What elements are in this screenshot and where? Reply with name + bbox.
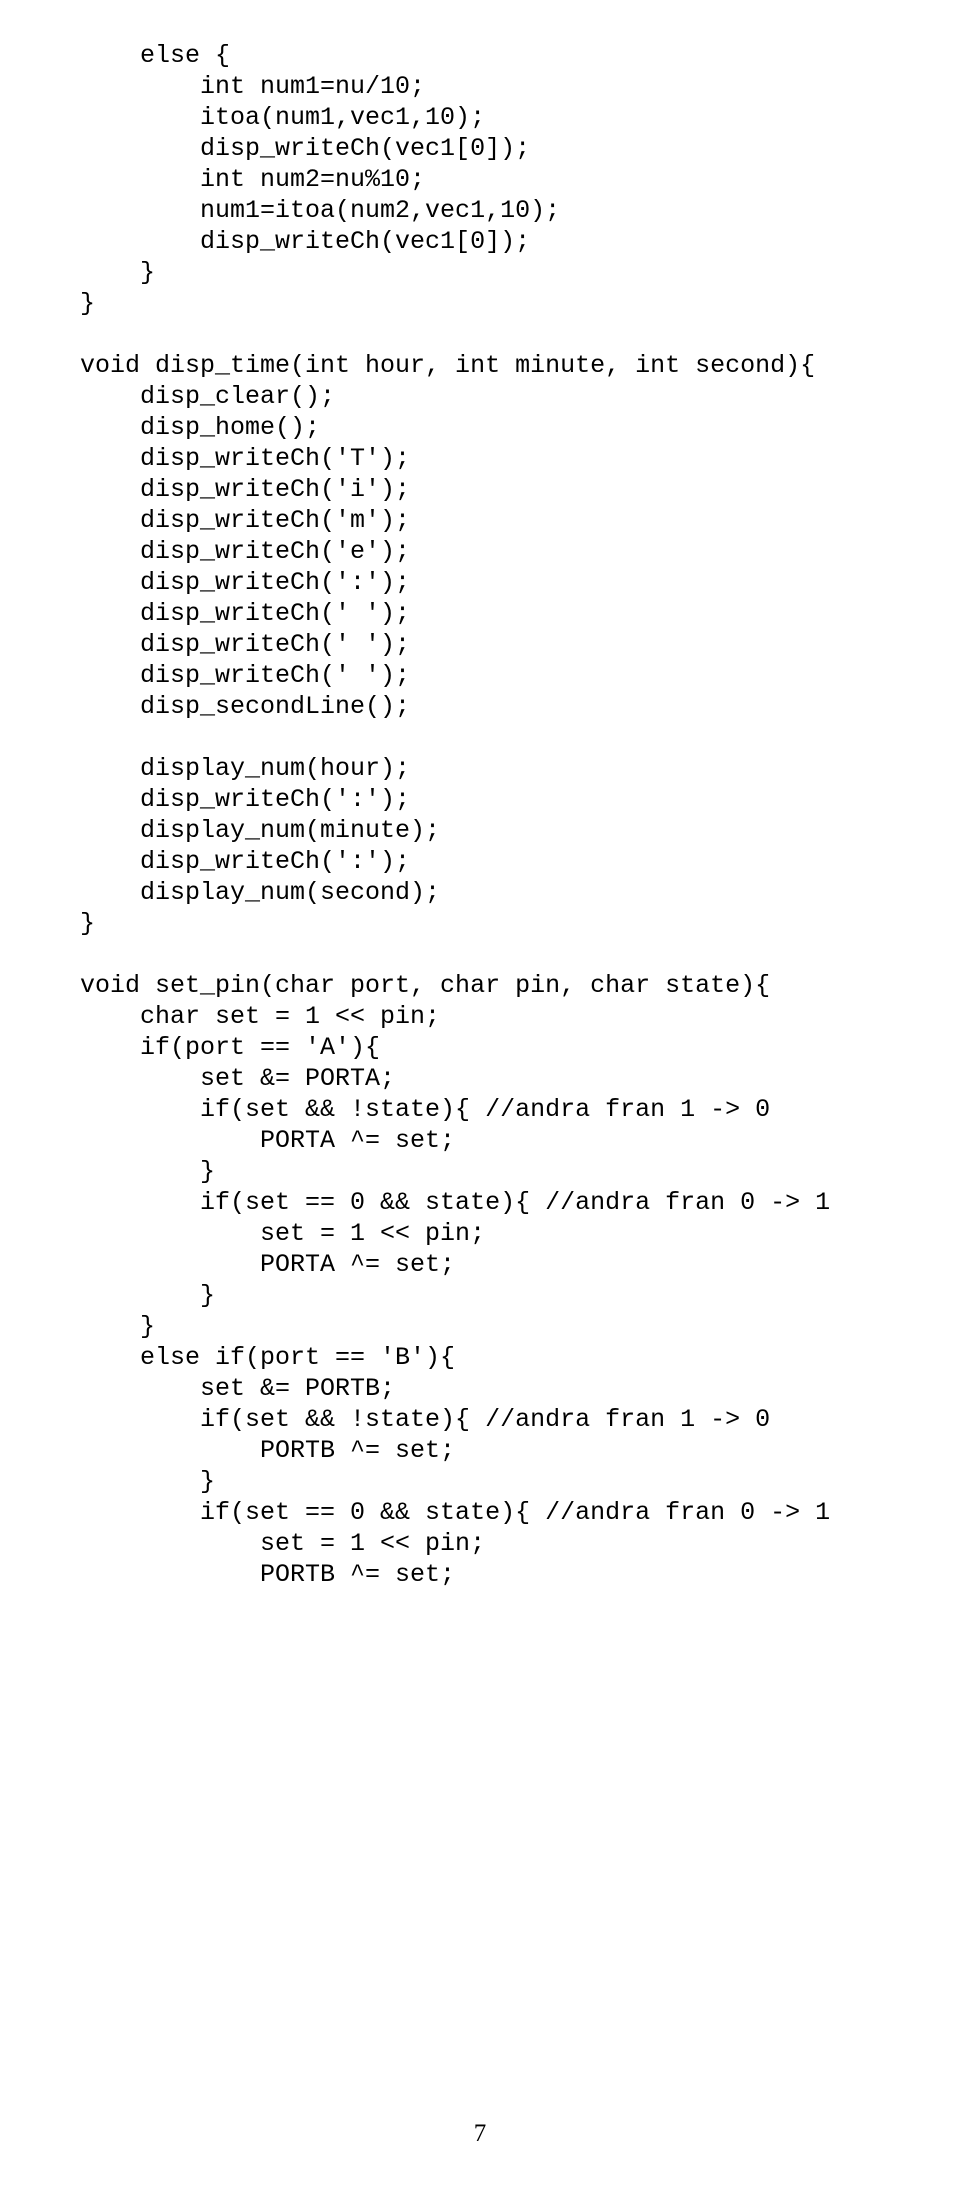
code-block: else { int num1=nu/10; itoa(num1,vec1,10…	[80, 40, 880, 1590]
document-page: else { int num1=nu/10; itoa(num1,vec1,10…	[0, 0, 960, 2197]
page-number: 7	[0, 2118, 960, 2149]
